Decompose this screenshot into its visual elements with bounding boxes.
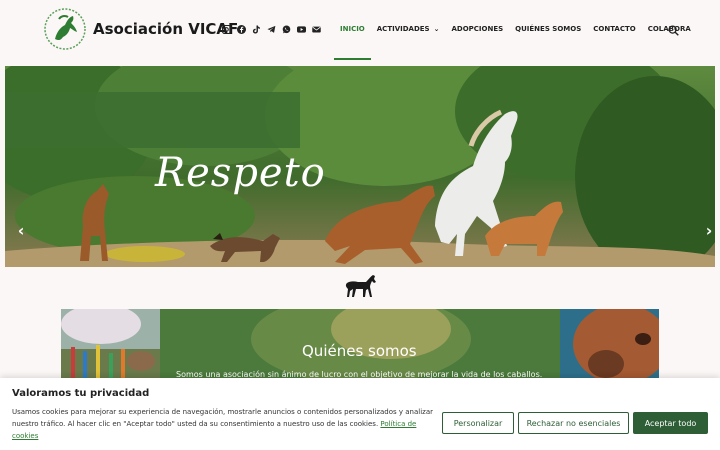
logo-horse-icon[interactable] (43, 7, 87, 51)
nav-inicio[interactable]: INICIO (334, 25, 371, 60)
cookie-description: Usamos cookies para mejorar su experienc… (12, 408, 433, 428)
customize-button[interactable]: Personalizar (442, 412, 514, 434)
whatsapp-icon[interactable] (282, 25, 291, 34)
cookie-title: Valoramos tu privacidad (12, 388, 150, 399)
chevron-right-icon[interactable]: › (701, 221, 715, 241)
chevron-down-icon: ⌄ (433, 25, 440, 33)
hero-image (5, 66, 715, 267)
nav-adopciones[interactable]: ADOPCIONES (451, 25, 503, 34)
accept-all-button[interactable]: Aceptar todo (633, 412, 708, 434)
social-links (222, 25, 321, 34)
nav-contacto[interactable]: CONTACTO (593, 25, 635, 34)
about-section: Quiénes somos Somos una asociación sin á… (61, 309, 659, 379)
tiktok-icon[interactable] (252, 25, 261, 34)
chevron-left-icon[interactable]: ‹ (13, 221, 29, 241)
nav-actividades[interactable]: ACTIVIDADES ⌄ (377, 25, 440, 34)
nav-quienes-somos[interactable]: QUIÉNES SOMOS (515, 25, 581, 34)
instagram-icon[interactable] (222, 25, 231, 34)
main-navigation: INICIO ACTIVIDADES ⌄ ADOPCIONES QUIÉNES S… (334, 25, 703, 60)
email-icon[interactable] (312, 25, 321, 34)
cookie-text: Usamos cookies para mejorar su experienc… (12, 406, 437, 442)
nav-actividades-label: ACTIVIDADES (376, 25, 430, 33)
horse-icon (345, 275, 376, 297)
hero-title: Respeto (155, 150, 326, 196)
search-icon[interactable] (668, 25, 679, 36)
about-title: Quiénes somos (302, 342, 417, 360)
telegram-icon[interactable] (267, 25, 276, 34)
reject-nonessential-button[interactable]: Rechazar no esenciales (518, 412, 629, 434)
facebook-icon[interactable] (237, 25, 246, 34)
site-header: Asociación VICAF INICIO ACTIVIDADES ⌄ ADO… (0, 0, 720, 60)
site-title[interactable]: Asociación VICAF (93, 20, 238, 38)
hero-slider[interactable]: Respeto ‹ › (5, 66, 715, 267)
youtube-icon[interactable] (297, 25, 306, 34)
